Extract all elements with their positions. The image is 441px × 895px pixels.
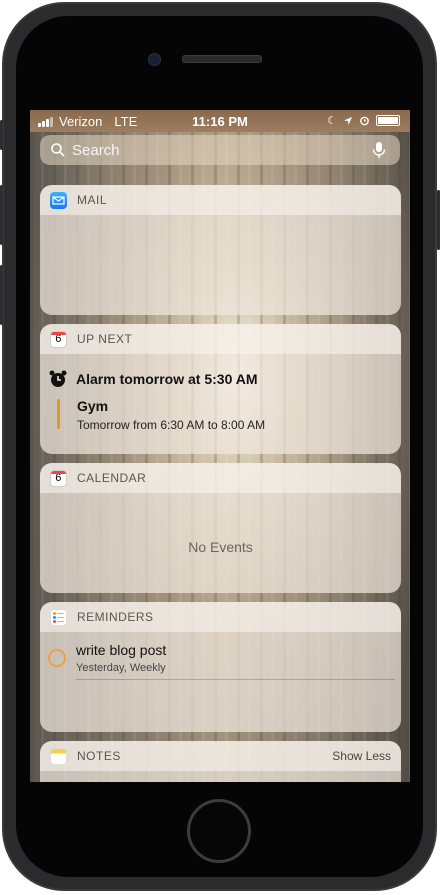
up-next-widget-header[interactable]: 6 UP NEXT — [40, 324, 401, 354]
reminders-widget-title: REMINDERS — [77, 610, 154, 624]
no-events-text: No Events — [188, 539, 253, 555]
calendar-widget-header[interactable]: 6 CALENDAR — [40, 463, 401, 493]
silent-switch — [0, 120, 3, 150]
up-next-widget[interactable]: 6 UP NEXT Alarm tomorrow at 5:30 AM Gym … — [40, 324, 401, 454]
up-next-widget-title: UP NEXT — [77, 332, 133, 346]
calendar-app-icon: 6 — [50, 330, 67, 348]
reminder-subtitle: Yesterday, Weekly — [76, 662, 166, 674]
location-arrow-icon — [344, 116, 352, 125]
reminder-divider — [76, 679, 395, 680]
calendar-app-icon: 6 — [50, 469, 67, 487]
alarm-clock-icon — [360, 116, 369, 126]
show-less-button[interactable]: Show Less — [332, 749, 391, 763]
notes-app-icon — [50, 747, 67, 765]
volume-down-button — [0, 265, 3, 325]
notes-widget-title: NOTES — [77, 749, 121, 763]
alarm-text: Alarm tomorrow at 5:30 AM — [76, 371, 258, 387]
calendar-widget[interactable]: 6 CALENDAR No Events — [40, 463, 401, 593]
search-icon — [51, 143, 65, 157]
status-bar: Verizon LTE 11:16 PM ☾ — [30, 110, 410, 132]
today-view-screen: Verizon LTE 11:16 PM ☾ Search MAIL 6 UP … — [30, 110, 410, 782]
mail-widget[interactable]: MAIL — [40, 185, 401, 315]
notes-widget[interactable]: NOTES Show Less — [40, 741, 401, 782]
event-title[interactable]: Gym — [77, 398, 108, 414]
event-color-bar — [57, 399, 60, 429]
reminder-title[interactable]: write blog post — [76, 642, 166, 658]
search-bar[interactable]: Search — [40, 135, 400, 165]
microphone-icon[interactable] — [370, 141, 388, 159]
reminders-widget-header[interactable]: REMINDERS — [40, 602, 401, 632]
power-button — [437, 190, 440, 250]
reminder-checkbox[interactable] — [48, 649, 66, 667]
mail-widget-title: MAIL — [77, 193, 108, 207]
reminders-widget[interactable]: REMINDERS write blog post Yesterday, Wee… — [40, 602, 401, 732]
mail-widget-header[interactable]: MAIL — [40, 185, 401, 215]
battery-icon — [376, 115, 400, 126]
home-button[interactable] — [187, 799, 251, 863]
front-camera — [148, 53, 161, 66]
alarm-row[interactable]: Alarm tomorrow at 5:30 AM — [48, 369, 258, 389]
reminders-app-icon — [50, 608, 67, 626]
mail-app-icon — [50, 191, 67, 209]
volume-up-button — [0, 185, 3, 245]
moon-icon: ☾ — [327, 115, 337, 127]
notes-widget-header[interactable]: NOTES Show Less — [40, 741, 401, 771]
earpiece-speaker — [182, 55, 262, 63]
event-time: Tomorrow from 6:30 AM to 8:00 AM — [77, 418, 266, 432]
alarm-clock-icon — [49, 370, 67, 387]
calendar-widget-title: CALENDAR — [77, 471, 147, 485]
search-placeholder: Search — [72, 141, 120, 159]
